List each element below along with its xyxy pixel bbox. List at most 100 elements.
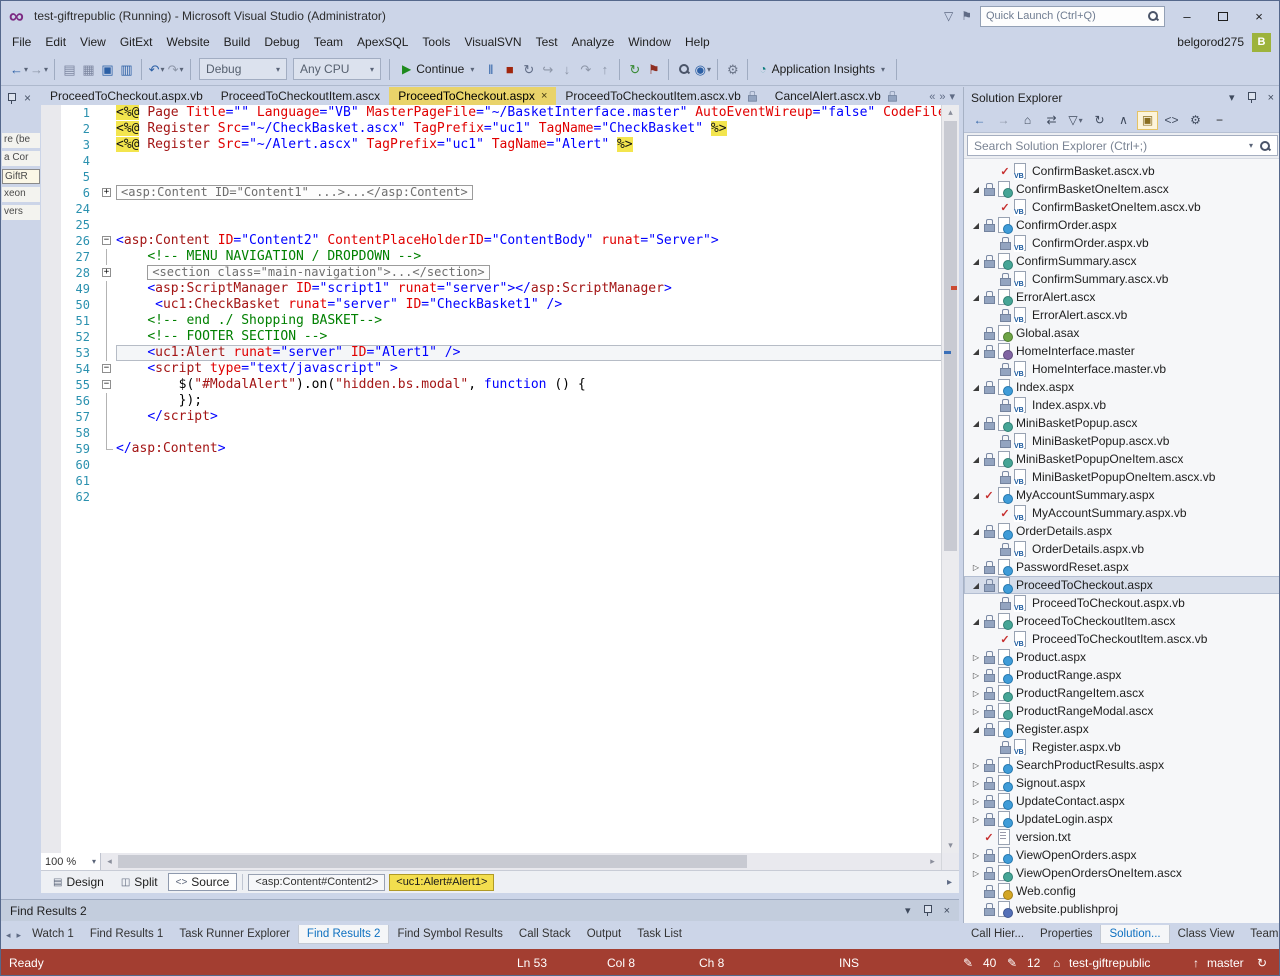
code-line[interactable]: 62 [41,489,959,505]
editor-vertical-scrollbar[interactable]: ▴ ▾ [941,105,959,853]
breadcrumb-next-icon[interactable]: ▸ [947,877,954,888]
collapse-arrow-icon[interactable]: ◢ [970,383,982,392]
error-gear-button[interactable]: ⚙ [723,58,742,80]
tree-item[interactable]: ◢ConfirmSummary.ascx [964,252,1280,270]
code-line[interactable]: 3<%@ Register Src="~/Alert.ascx" TagPref… [41,137,959,153]
tree-item[interactable]: ▷UpdateContact.aspx [964,792,1280,810]
search-icon[interactable] [1259,140,1271,152]
expand-arrow-icon[interactable]: ▷ [970,851,982,860]
menu-window[interactable]: Window [621,32,678,52]
breakpoint-gutter[interactable] [41,377,61,393]
tree-item[interactable]: ErrorAlert.ascx.vb [964,306,1280,324]
code-text[interactable] [116,473,959,489]
code-line[interactable]: 61 [41,473,959,489]
expand-arrow-icon[interactable]: ▷ [970,671,982,680]
tree-item[interactable]: MiniBasketPopup.ascx.vb [964,432,1280,450]
menu-help[interactable]: Help [678,32,717,52]
pending-changes-count[interactable]: 12 [1027,956,1040,970]
menu-test[interactable]: Test [529,32,565,52]
tree-item[interactable]: ◢Index.aspx [964,378,1280,396]
breakpoint-gutter[interactable] [41,121,61,137]
code-line[interactable]: 49 <asp:ScriptManager ID="script1" runat… [41,281,959,297]
tab-list-icon[interactable]: ▾ [949,90,955,103]
code-line[interactable]: 2<%@ Register Src="~/CheckBasket.ascx" T… [41,121,959,137]
code-line[interactable]: 51 <!-- end ./ Shopping BASKET--> [41,313,959,329]
outline-glyph[interactable]: + [99,265,116,281]
tree-item[interactable]: HomeInterface.master.vb [964,360,1280,378]
solution-explorer-header[interactable]: Solution Explorer ▾ × [964,87,1280,108]
menu-apexsql[interactable]: ApexSQL [350,32,415,52]
scroll-up-icon[interactable]: ▴ [942,105,959,120]
undo-button[interactable]: ↶▾ [147,58,166,80]
tree-item[interactable]: ▷ViewOpenOrdersOneItem.ascx [964,864,1280,882]
code-text[interactable]: <%@ Register Src="~/CheckBasket.ascx" Ta… [116,121,959,137]
tree-item[interactable]: Web.config [964,882,1280,900]
sync-icon[interactable]: ↻ [1257,956,1267,970]
horizontal-scrollbar[interactable] [118,853,924,870]
scrollbar-thumb[interactable] [118,855,747,868]
tool-tab-team-ex-[interactable]: Team Ex... [1242,925,1280,944]
pending-changes-icon[interactable]: ✎ [1007,956,1017,970]
tree-item[interactable]: website.publishproj [964,900,1280,918]
outline-glyph[interactable]: + [99,185,116,201]
se-forward-button[interactable]: → [993,111,1014,130]
breakpoint-gutter[interactable] [41,137,61,153]
code-text[interactable]: <%@ Page Title="" Language="VB" MasterPa… [116,105,959,121]
tool-tab-task-runner-explorer[interactable]: Task Runner Explorer [171,925,298,944]
tab-close-icon[interactable]: × [541,90,547,102]
window-position-icon[interactable]: ▾ [1229,91,1235,104]
tree-item[interactable]: ▷ViewOpenOrders.aspx [964,846,1280,864]
tree-item[interactable]: ✓version.txt [964,828,1280,846]
se-preview-selected-button[interactable]: ▣ [1137,111,1158,130]
menu-visualsvn[interactable]: VisualSVN [457,32,528,52]
code-text[interactable]: <!-- MENU NAVIGATION / DROPDOWN --> [116,249,959,265]
editor-tab[interactable]: CancelAlert.ascx.vb [766,87,906,105]
tree-item[interactable]: ▷Product.aspx [964,648,1280,666]
code-line[interactable]: 28+ <section class="main-navigation">...… [41,265,959,281]
navigate-back-button[interactable]: ←▾ [9,58,29,80]
breakpoint-gutter[interactable] [41,297,61,313]
tree-item[interactable]: ▷UpdateLogin.aspx [964,810,1280,828]
code-text[interactable]: <%@ Register Src="~/Alert.ascx" TagPrefi… [116,137,959,153]
new-file-button[interactable]: ▤ [60,58,79,80]
tool-tab-call-stack[interactable]: Call Stack [511,925,579,944]
outline-expand-icon[interactable]: + [102,268,111,277]
expand-arrow-icon[interactable]: ▷ [970,689,982,698]
menu-gitext[interactable]: GitExt [113,32,160,52]
breakpoint-gutter[interactable] [41,457,61,473]
collapse-arrow-icon[interactable]: ◢ [970,581,982,590]
code-line[interactable]: 26−<asp:Content ID="Content2" ContentPla… [41,233,959,249]
code-line[interactable]: 59</asp:Content> [41,441,959,457]
collapse-arrow-icon[interactable]: ◢ [970,491,982,500]
code-text[interactable]: </script> [116,409,959,425]
collapse-arrow-icon[interactable]: ◢ [970,419,982,428]
hot-reload-button[interactable]: ↻ [625,58,644,80]
docked-tab-fragment[interactable]: re (be [2,133,40,148]
code-text[interactable]: <asp:Content ID="Content2" ContentPlaceH… [116,233,959,249]
user-avatar[interactable]: B [1252,33,1271,52]
break-all-button[interactable]: ‖ [481,58,500,80]
code-line[interactable]: 60 [41,457,959,473]
tree-item[interactable]: ▷ProductRangeModal.ascx [964,702,1280,720]
menu-edit[interactable]: Edit [38,32,73,52]
collapse-arrow-icon[interactable]: ◢ [970,185,982,194]
scroll-right-icon[interactable]: ▸ [924,856,941,867]
zoom-select[interactable]: 100 % ▾ [41,853,101,870]
scroll-down-icon[interactable]: ▾ [942,838,959,853]
tree-item[interactable]: ◢Register.aspx [964,720,1280,738]
tree-item[interactable]: OrderDetails.aspx.vb [964,540,1280,558]
code-editor[interactable]: 1<%@ Page Title="" Language="VB" MasterP… [41,105,959,853]
save-all-button[interactable]: ▥ [117,58,136,80]
outline-collapse-icon[interactable]: − [102,364,111,373]
show-next-statement-button[interactable]: ↪ [538,58,557,80]
code-line[interactable]: 24 [41,201,959,217]
code-text[interactable] [116,217,959,233]
code-line[interactable]: 6+<asp:Content ID="Content1" ...>...</as… [41,185,959,201]
tree-item[interactable]: Index.aspx.vb [964,396,1280,414]
outline-collapse-icon[interactable]: − [102,236,111,245]
breadcrumb-tag[interactable]: <uc1:Alert#Alert1> [389,874,494,891]
expand-arrow-icon[interactable]: ▷ [970,797,982,806]
editor-tab[interactable]: ProceedToCheckoutItem.ascx.vb [556,87,765,105]
code-text[interactable]: <section class="main-navigation">...</se… [116,265,959,281]
code-line[interactable]: 58 [41,425,959,441]
